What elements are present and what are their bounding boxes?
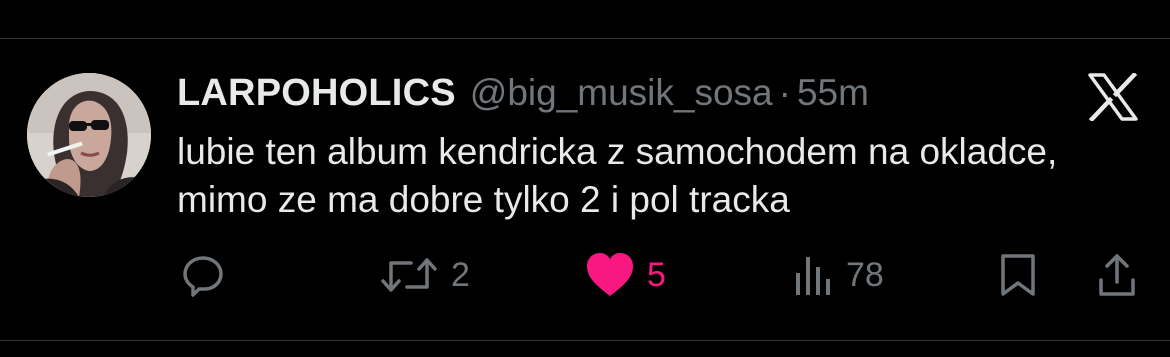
heart-icon xyxy=(587,253,633,296)
top-divider xyxy=(0,38,1170,39)
reply-button[interactable] xyxy=(181,250,237,300)
timestamp[interactable]: 55m xyxy=(797,72,869,114)
tweet-text: lubie ten album kendricka z samochodem n… xyxy=(177,131,1058,220)
retweet-button[interactable]: 2 xyxy=(381,250,470,300)
author-name[interactable]: LARPOHOLICS xyxy=(177,72,456,115)
views-count: 78 xyxy=(846,255,884,294)
author-handle[interactable]: @big_musik_sosa xyxy=(470,72,773,114)
like-button[interactable]: 5 xyxy=(585,250,666,300)
retweet-count: 2 xyxy=(451,255,470,294)
share-button[interactable] xyxy=(1097,250,1137,300)
bookmark-icon xyxy=(1001,254,1035,296)
views-button[interactable]: 78 xyxy=(794,250,884,300)
bookmark-button[interactable] xyxy=(998,250,1038,300)
retweet-icon xyxy=(381,258,437,292)
avatar[interactable] xyxy=(27,73,151,197)
separator-dot: · xyxy=(778,72,791,113)
x-logo-icon xyxy=(1087,73,1139,121)
views-icon xyxy=(796,257,830,295)
action-bar: 2 5 78 xyxy=(0,250,1170,300)
tweet-header: LARPOHOLICS @big_musik_sosa · 55m xyxy=(177,70,869,116)
like-count: 5 xyxy=(647,255,666,294)
bottom-divider xyxy=(0,340,1170,341)
reply-icon xyxy=(183,256,223,297)
share-icon xyxy=(1099,254,1135,296)
